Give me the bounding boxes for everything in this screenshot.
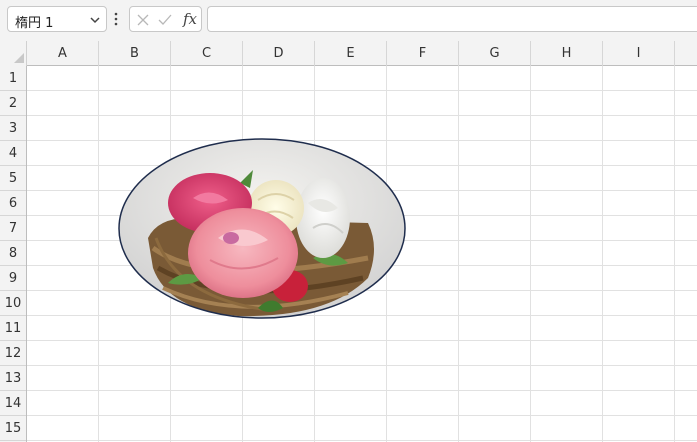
grid-vline — [530, 66, 531, 442]
row-header-12[interactable]: 12 — [0, 341, 26, 366]
column-header-c[interactable]: C — [171, 41, 243, 66]
grid-hline — [27, 415, 697, 416]
row-header-11[interactable]: 11 — [0, 316, 26, 341]
column-header-e[interactable]: E — [315, 41, 387, 66]
name-box[interactable]: 楕円 1 — [7, 6, 107, 32]
grid-vline — [98, 66, 99, 442]
grid-vline — [674, 66, 675, 442]
chevron-down-icon[interactable] — [89, 14, 101, 26]
row-header-3[interactable]: 3 — [0, 116, 26, 141]
formula-input[interactable] — [207, 6, 697, 32]
column-header-a[interactable]: A — [27, 41, 99, 66]
row-header-6[interactable]: 6 — [0, 191, 26, 216]
row-header-7[interactable]: 7 — [0, 216, 26, 241]
column-header-i[interactable]: I — [603, 41, 675, 66]
column-header-g[interactable]: G — [459, 41, 531, 66]
grid-hline — [27, 440, 697, 441]
row-header-15[interactable]: 15 — [0, 416, 26, 441]
row-header-14[interactable]: 14 — [0, 391, 26, 416]
enter-check-icon[interactable] — [158, 13, 172, 27]
row-header-4[interactable]: 4 — [0, 141, 26, 166]
row-header-5[interactable]: 5 — [0, 166, 26, 191]
column-header-b[interactable]: B — [99, 41, 171, 66]
insert-function-button[interactable]: fx — [183, 10, 197, 28]
more-options-icon[interactable] — [113, 10, 119, 28]
grid-hline — [27, 115, 697, 116]
select-all-triangle-icon — [14, 53, 24, 63]
grid-hline — [27, 90, 697, 91]
row-header-8[interactable]: 8 — [0, 241, 26, 266]
grid-vline — [602, 66, 603, 442]
row-header-13[interactable]: 13 — [0, 366, 26, 391]
column-header-d[interactable]: D — [243, 41, 315, 66]
column-header-h[interactable]: H — [531, 41, 603, 66]
row-header-2[interactable]: 2 — [0, 91, 26, 116]
name-box-value: 楕円 1 — [15, 16, 54, 31]
cancel-icon[interactable] — [136, 13, 150, 27]
grid-hline — [27, 340, 697, 341]
grid-vline — [458, 66, 459, 442]
ellipse-shape[interactable] — [118, 138, 406, 319]
grid-hline — [27, 390, 697, 391]
column-header-f[interactable]: F — [387, 41, 459, 66]
grid-hline — [27, 365, 697, 366]
select-all-button[interactable] — [0, 41, 27, 66]
row-header-9[interactable]: 9 — [0, 266, 26, 291]
formula-actions: fx — [129, 6, 202, 32]
row-header-1[interactable]: 1 — [0, 66, 26, 91]
row-header-10[interactable]: 10 — [0, 291, 26, 316]
formula-toolbar: 楕円 1 fx — [0, 0, 697, 41]
